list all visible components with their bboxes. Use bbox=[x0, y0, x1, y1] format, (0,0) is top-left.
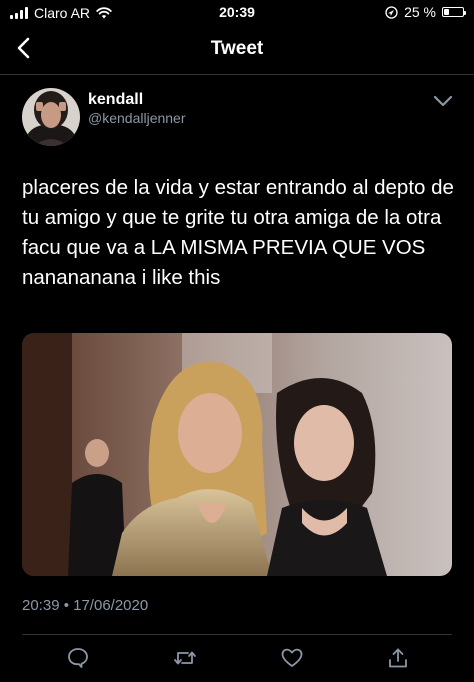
battery-icon bbox=[442, 7, 466, 17]
comment-icon[interactable] bbox=[66, 647, 90, 669]
divider bbox=[22, 634, 452, 635]
author-handle[interactable]: @kendalljenner bbox=[88, 110, 186, 126]
photo-image bbox=[22, 333, 452, 576]
battery-percent: 25 % bbox=[404, 4, 436, 20]
nav-bar: Tweet bbox=[0, 26, 474, 75]
share-icon[interactable] bbox=[386, 647, 410, 669]
status-bar: Claro AR 20:39 25 % bbox=[0, 0, 474, 26]
heart-icon[interactable] bbox=[280, 647, 304, 669]
avatar-image bbox=[22, 88, 80, 146]
status-bar-right: 25 % bbox=[385, 4, 466, 20]
battery-level bbox=[444, 9, 449, 15]
tweet-text: placeres de la vida y estar entrando al … bbox=[22, 176, 454, 289]
tweet-timestamp: 20:39 • 17/06/2020 bbox=[22, 597, 149, 614]
tweet-photo[interactable] bbox=[22, 333, 452, 576]
page-title: Tweet bbox=[210, 38, 264, 59]
author-name[interactable]: kendall bbox=[88, 91, 143, 109]
location-arrow-icon bbox=[385, 5, 398, 19]
avatar[interactable] bbox=[22, 88, 80, 146]
retweet-icon[interactable] bbox=[173, 647, 197, 669]
chevron-down-icon[interactable] bbox=[432, 94, 454, 108]
